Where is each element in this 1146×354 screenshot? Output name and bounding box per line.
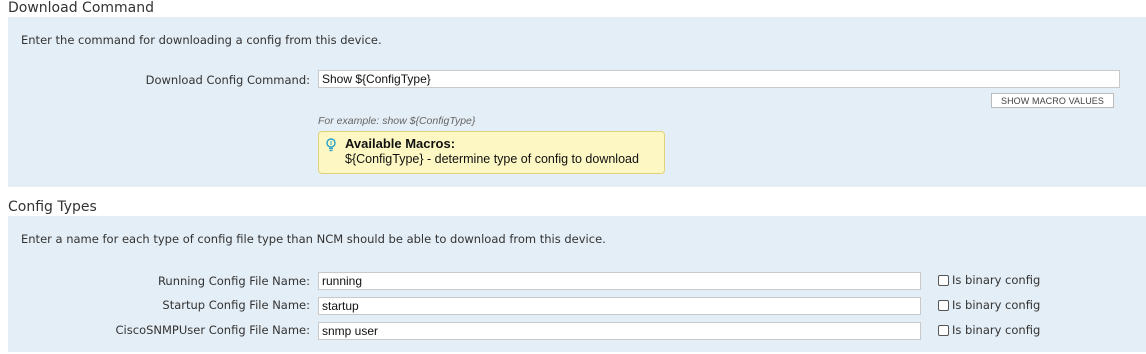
- available-macros-text: ${ConfigType} - determine type of config…: [345, 152, 639, 166]
- lightbulb-icon: [325, 137, 337, 152]
- config-types-description: Enter a name for each type of config fil…: [21, 232, 606, 246]
- running-config-input[interactable]: [318, 272, 921, 290]
- startup-binary-label: Is binary config: [952, 298, 1041, 312]
- startup-binary-checkbox[interactable]: [938, 299, 949, 311]
- config-types-heading: Config Types: [8, 199, 97, 215]
- running-config-label: Running Config File Name:: [157, 274, 310, 288]
- ciscosnmpuser-config-label: CiscoSNMPUser Config File Name:: [115, 323, 310, 337]
- download-command-description: Enter the command for downloading a conf…: [21, 33, 382, 47]
- startup-config-input[interactable]: [318, 297, 921, 315]
- config-types-panel: Enter a name for each type of config fil…: [8, 216, 1146, 352]
- download-command-heading: Download Command: [8, 0, 154, 16]
- show-macro-values-button[interactable]: SHOW MACRO VALUES: [991, 93, 1114, 108]
- startup-config-label: Startup Config File Name:: [162, 298, 310, 312]
- ciscosnmpuser-binary-checkbox[interactable]: [938, 324, 949, 336]
- startup-binary-option[interactable]: Is binary config: [938, 297, 1040, 313]
- download-config-command-label: Download Config Command:: [145, 73, 310, 87]
- running-binary-checkbox[interactable]: [938, 274, 949, 286]
- ciscosnmpuser-binary-option[interactable]: Is binary config: [938, 322, 1040, 338]
- download-command-panel: Enter the command for downloading a conf…: [8, 17, 1146, 187]
- available-macros-title: Available Macros:: [345, 136, 456, 151]
- running-binary-option[interactable]: Is binary config: [938, 272, 1040, 288]
- available-macros-box: Available Macros: ${ConfigType} - determ…: [318, 131, 665, 174]
- ciscosnmpuser-binary-label: Is binary config: [952, 323, 1041, 337]
- ciscosnmpuser-config-input[interactable]: [318, 322, 921, 340]
- example-hint: For example: show ${ConfigType}: [318, 115, 476, 127]
- running-binary-label: Is binary config: [952, 273, 1041, 287]
- download-config-command-input[interactable]: [318, 70, 1120, 88]
